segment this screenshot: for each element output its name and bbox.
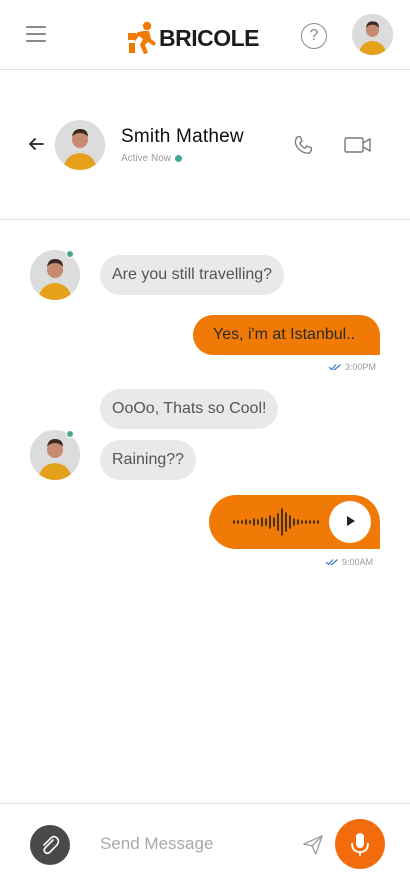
status-text: Active Now (121, 153, 172, 164)
back-arrow-icon[interactable] (27, 136, 45, 152)
hamburger-icon[interactable] (26, 26, 46, 44)
contact-name: Smith Mathew (121, 126, 244, 147)
play-button[interactable] (329, 501, 371, 543)
message-bubble-incoming[interactable]: OoOo, Thats so Cool! (100, 389, 279, 429)
question-circle-icon[interactable]: ? (301, 23, 327, 49)
user-avatar[interactable] (352, 14, 393, 55)
chat-header: Smith Mathew Active Now (0, 70, 410, 220)
double-check-icon (325, 559, 338, 566)
person-avatar-icon (352, 14, 393, 55)
double-check-icon (328, 364, 341, 371)
online-indicator (175, 154, 183, 162)
voice-message-bubble[interactable] (209, 495, 380, 549)
play-icon (347, 516, 355, 526)
audio-waveform-icon (233, 508, 319, 536)
message-timestamp: 3:00PM (328, 362, 376, 372)
app-header: BRICOLE ? (0, 0, 410, 70)
contact-avatar-small (30, 250, 80, 300)
attach-button[interactable] (30, 825, 70, 865)
message-composer (0, 803, 410, 887)
phone-icon[interactable] (292, 134, 314, 156)
send-icon[interactable] (302, 834, 324, 856)
message-bubble-incoming[interactable]: Are you still travelling? (100, 255, 285, 295)
timestamp-text: 9:00AM (342, 557, 374, 567)
brand-name: BRICOLE (159, 24, 260, 51)
online-indicator (66, 250, 74, 258)
contact-avatar-small (30, 430, 80, 480)
person-avatar-icon (30, 250, 80, 300)
message-timestamp: 9:00AM (325, 557, 373, 567)
message-input[interactable] (92, 826, 292, 862)
video-camera-icon[interactable] (344, 136, 372, 154)
brand-logo[interactable]: BRICOLE (127, 20, 260, 56)
message-bubble-incoming[interactable]: Raining?? (100, 440, 197, 480)
message-bubble-outgoing[interactable]: Yes, i'm at Istanbul.. (193, 315, 380, 355)
timestamp-text: 3:00PM (345, 362, 377, 372)
paperclip-icon (43, 835, 60, 855)
contact-avatar[interactable] (55, 120, 105, 170)
bricole-logo-icon (128, 21, 156, 54)
microphone-button[interactable] (335, 819, 385, 869)
person-avatar-icon (30, 430, 80, 480)
person-avatar-icon (55, 120, 105, 170)
microphone-icon (351, 833, 369, 856)
contact-status: Active Now (121, 153, 183, 164)
online-indicator (66, 430, 74, 438)
